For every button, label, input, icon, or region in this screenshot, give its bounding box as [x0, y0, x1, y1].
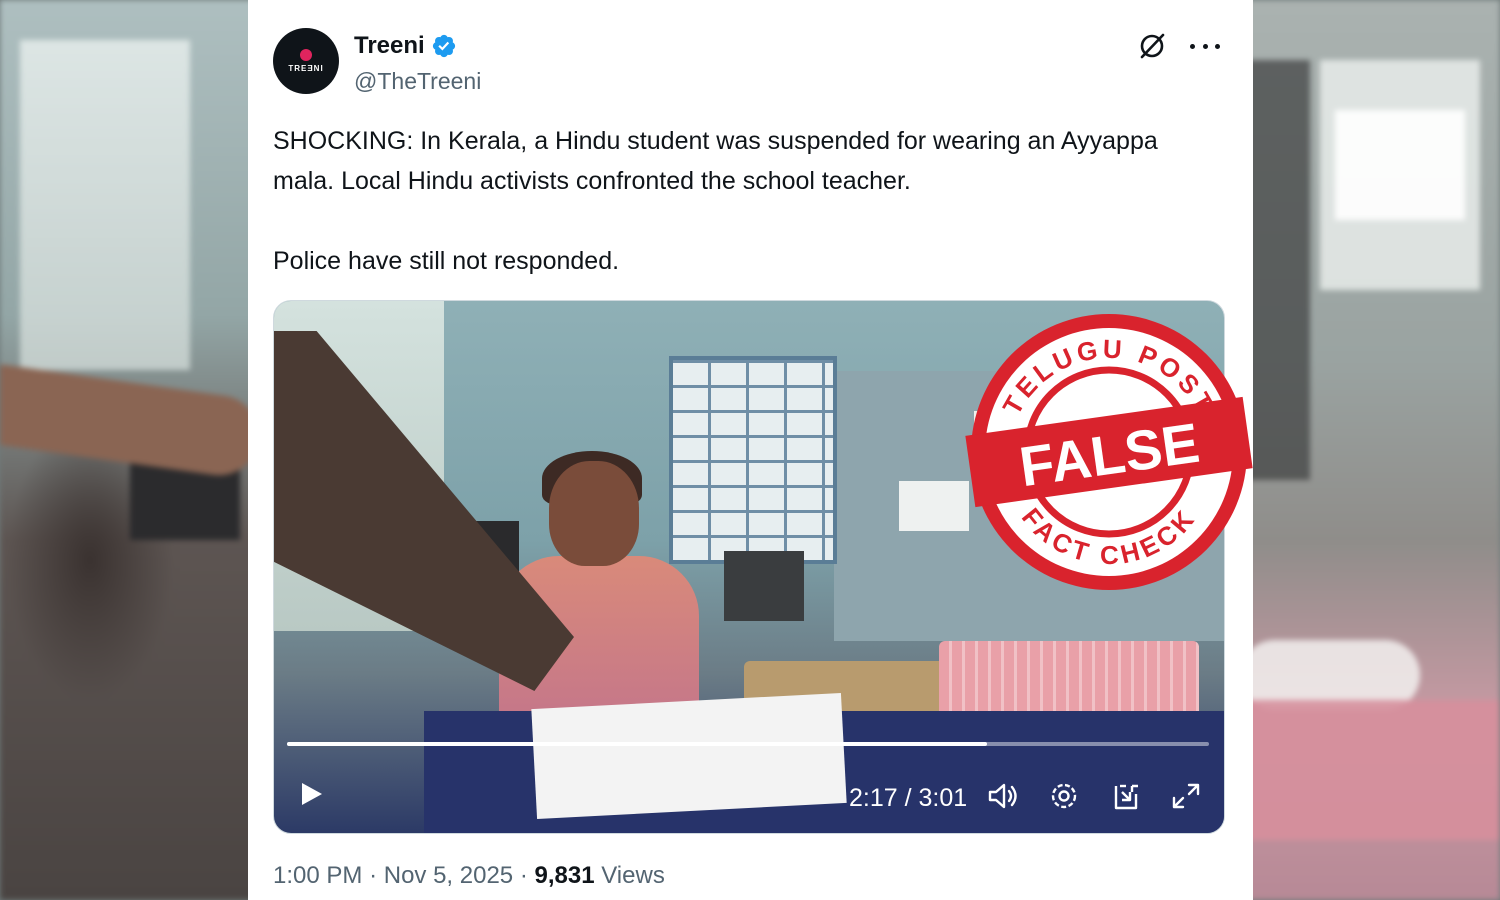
display-name[interactable]: Treeni — [354, 32, 425, 60]
views-label: Views — [601, 862, 665, 889]
play-icon[interactable] — [296, 778, 326, 810]
fullscreen-icon[interactable] — [1169, 780, 1203, 812]
handle[interactable]: @TheTreeni — [354, 68, 481, 95]
tweet-text: SHOCKING: In Kerala, a Hindu student was… — [273, 121, 1193, 281]
meta-separator-2: · — [519, 862, 528, 889]
tweet-time[interactable]: 1:00 PM — [273, 862, 362, 889]
tweet-text-paragraph-1: SHOCKING: In Kerala, a Hindu student was… — [273, 127, 1158, 195]
name-row: Treeni — [354, 32, 457, 60]
background-right — [1240, 0, 1500, 900]
video-time: 2:17 / 3:01 — [849, 784, 968, 812]
meta-separator: · — [369, 862, 378, 889]
avatar-text: TREƎNI — [288, 64, 324, 73]
avatar[interactable]: TREƎNI — [273, 28, 339, 94]
more-icon[interactable] — [1190, 32, 1220, 60]
video-progress-fill — [287, 742, 987, 746]
verified-badge-icon — [432, 34, 455, 58]
video-controls: 2:17 / 3:01 — [274, 758, 1224, 833]
tweet-text-paragraph-2: Police have still not responded. — [273, 247, 620, 275]
tweet-header: TREƎNI Treeni @TheTreeni — [273, 28, 1228, 98]
video-progress-bar[interactable] — [287, 742, 1209, 746]
volume-icon[interactable] — [986, 780, 1020, 812]
false-fact-check-stamp: TELUGU POST FACT CHECK FALSE — [965, 314, 1253, 590]
picture-in-picture-icon[interactable] — [1108, 780, 1142, 812]
views-count: 9,831 — [534, 862, 595, 889]
settings-icon[interactable] — [1047, 780, 1081, 812]
grok-icon[interactable] — [1138, 32, 1166, 60]
tweet-date[interactable]: Nov 5, 2025 — [384, 862, 513, 889]
background-left — [0, 0, 260, 900]
tweet-meta: 1:00 PM · Nov 5, 2025 · 9,831 Views — [273, 862, 665, 890]
